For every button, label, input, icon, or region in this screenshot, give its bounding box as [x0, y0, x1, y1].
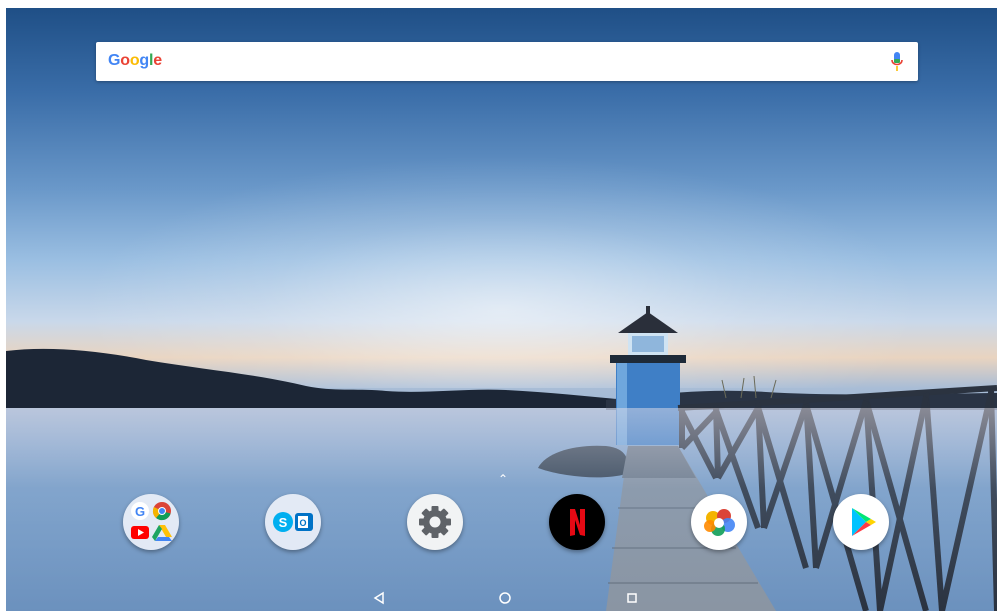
svg-text:O: O [299, 518, 306, 528]
google-apps-folder-icons: G [131, 502, 172, 541]
chevron-up-icon[interactable]: ⌃ [498, 472, 508, 486]
microsoft-folder-icons: S O [273, 512, 313, 532]
netflix-app[interactable] [549, 494, 605, 550]
home-screen: Google ⌃ G S O [6, 8, 997, 611]
play-store-icon [852, 508, 876, 536]
drive-icon [152, 525, 172, 541]
youtube-icon [131, 526, 149, 539]
home-icon[interactable] [496, 589, 514, 607]
flower-icon [704, 509, 735, 536]
mic-icon[interactable] [890, 51, 904, 73]
microsoft-folder[interactable]: S O [265, 494, 321, 550]
google-icon: G [131, 502, 149, 520]
svg-text:G: G [135, 504, 145, 519]
gear-icon [419, 506, 451, 538]
recents-icon[interactable] [623, 589, 641, 607]
google-search-bar[interactable]: Google [96, 42, 918, 81]
skype-icon: S [273, 512, 293, 532]
play-store-app[interactable] [833, 494, 889, 550]
chrome-icon [152, 502, 171, 521]
google-apps-folder[interactable]: G [123, 494, 179, 550]
svg-text:S: S [279, 515, 288, 530]
navigation-bar [6, 585, 997, 611]
back-icon[interactable] [370, 589, 388, 607]
netflix-icon [570, 509, 585, 536]
photos-app[interactable] [691, 494, 747, 550]
settings-app[interactable] [407, 494, 463, 550]
google-logo: Google [108, 52, 162, 69]
outlook-icon: O [295, 513, 313, 531]
